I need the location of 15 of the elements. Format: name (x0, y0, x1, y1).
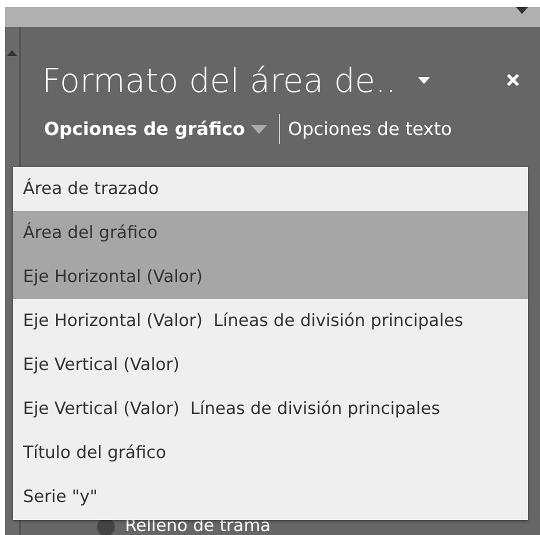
caret-icon[interactable] (418, 76, 430, 84)
menu-item[interactable]: Título del gráfico (13, 431, 528, 475)
menu-item[interactable]: Eje Vertical (Valor) (13, 343, 528, 387)
caret-icon[interactable] (251, 124, 268, 134)
pane-title: Formato del área de.. (42, 60, 396, 100)
menu-item[interactable]: Serie "y" (13, 475, 528, 519)
tab[interactable]: Opciones de texto (288, 118, 458, 140)
menu-item[interactable]: Eje Horizontal (Valor) (13, 255, 528, 299)
menu-item[interactable]: Área de trazado (13, 167, 528, 211)
menu-item[interactable]: Eje Horizontal (Valor) Líneas de división principales (13, 299, 528, 343)
tab[interactable]: Opciones de gráfico (44, 118, 252, 140)
menu-item[interactable]: Área del gráfico (13, 211, 528, 255)
close-button[interactable] (506, 73, 520, 87)
caret-icon[interactable] (516, 7, 528, 14)
menu-item[interactable]: Eje Vertical (Valor) Líneas de división principales (13, 387, 528, 431)
